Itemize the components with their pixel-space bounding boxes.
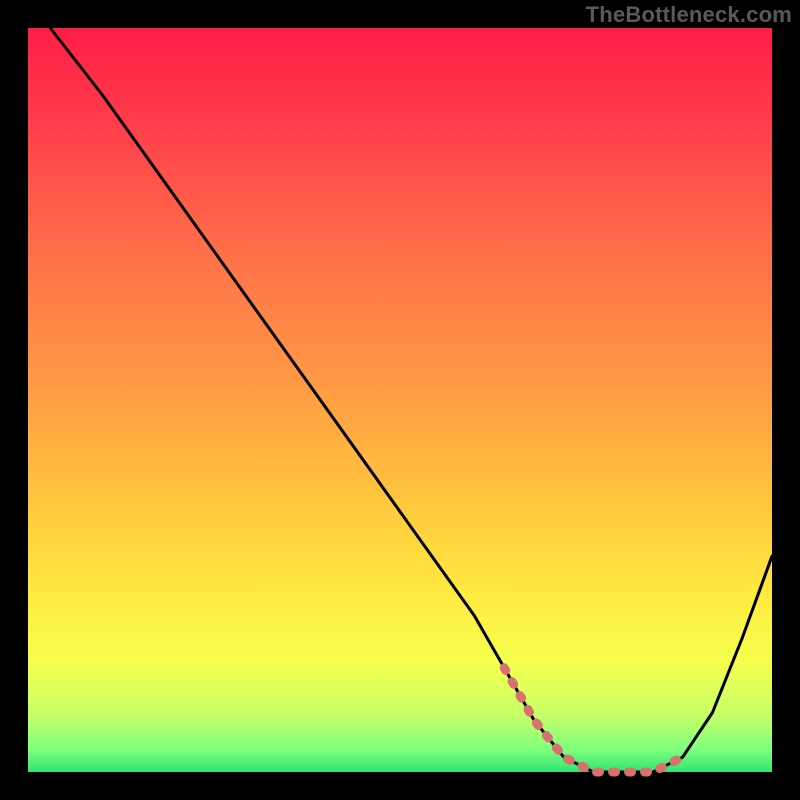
chart-svg [0,0,800,800]
chart-stage: TheBottleneck.com [0,0,800,800]
plot-area [28,28,772,772]
watermark-text: TheBottleneck.com [586,2,792,28]
